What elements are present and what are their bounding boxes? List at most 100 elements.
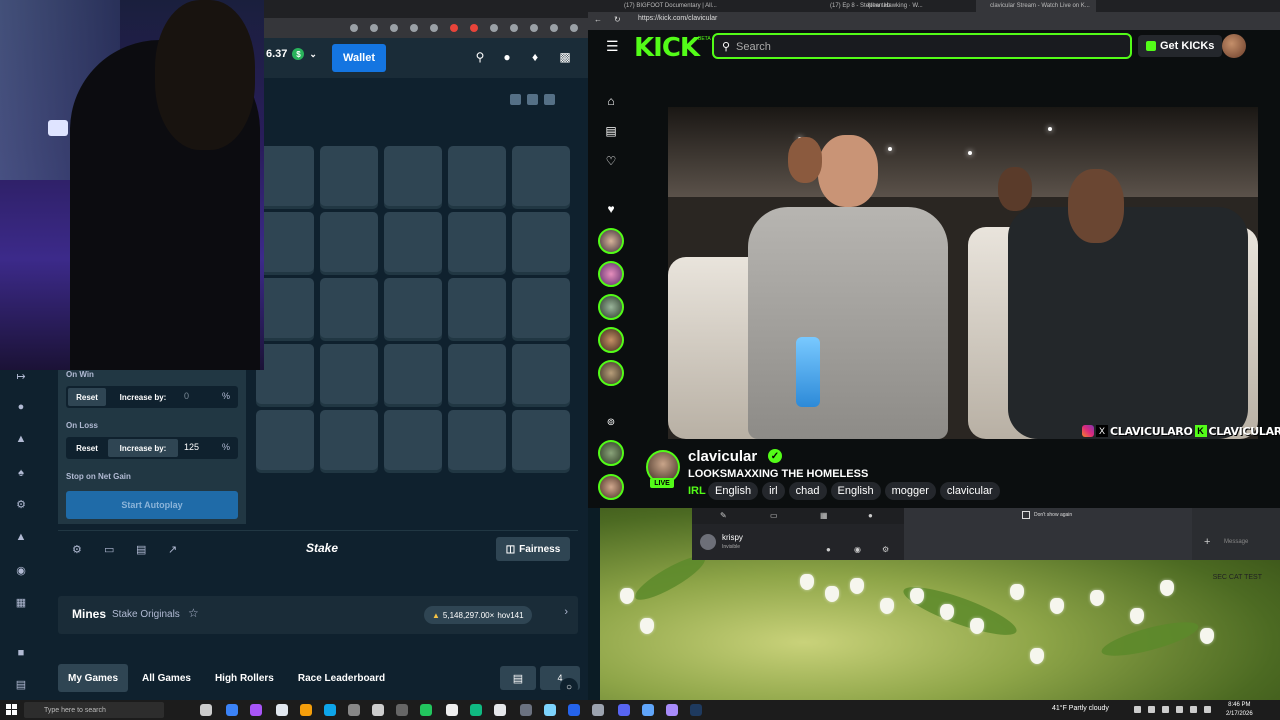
discord-icon[interactable] bbox=[618, 704, 630, 716]
start-autoplay-button[interactable]: Start Autoplay bbox=[66, 491, 238, 519]
discord-avatar[interactable] bbox=[700, 534, 716, 550]
on-loss-reset-button[interactable]: Reset bbox=[68, 439, 106, 457]
app-icon[interactable] bbox=[544, 704, 556, 716]
url-field[interactable]: https://kick.com/clavicular bbox=[638, 15, 717, 22]
theatre-mode-icon[interactable]: ▭ bbox=[104, 543, 114, 556]
hamburger-menu-icon[interactable]: ☰ bbox=[606, 39, 619, 53]
mine-tile[interactable] bbox=[448, 212, 506, 272]
stream-category[interactable]: IRL bbox=[688, 485, 706, 497]
search-input[interactable] bbox=[736, 39, 1116, 55]
user-avatar[interactable] bbox=[1222, 34, 1246, 58]
message-input[interactable]: Message bbox=[1224, 539, 1248, 545]
get-kicks-button[interactable]: Get KICKs bbox=[1138, 35, 1223, 57]
app-icon[interactable] bbox=[642, 704, 654, 716]
mute-icon[interactable]: ● bbox=[868, 511, 873, 520]
app-icon[interactable] bbox=[470, 704, 482, 716]
mine-tile[interactable] bbox=[384, 344, 442, 404]
followed-channel-avatar[interactable] bbox=[598, 327, 624, 353]
kick-logo[interactable]: KICK bbox=[634, 33, 700, 63]
game-info-bar[interactable]: Mines Stake Originals ☆ ▲ 5,148,297.00× … bbox=[58, 596, 578, 634]
zoom-icon[interactable] bbox=[350, 24, 358, 32]
menu-dots-icon[interactable] bbox=[570, 24, 578, 32]
mine-tile[interactable] bbox=[448, 278, 506, 338]
stream-tag[interactable]: clavicular bbox=[939, 482, 1000, 500]
followed-channel-avatar[interactable] bbox=[598, 360, 624, 386]
user-icon[interactable]: ● bbox=[500, 50, 514, 64]
tab-all-games[interactable]: All Games bbox=[132, 664, 201, 692]
desktop-shortcut-label[interactable]: SEC CAT TEST bbox=[1213, 574, 1262, 581]
streamer-name[interactable]: clavicular bbox=[688, 448, 757, 465]
mine-tile[interactable] bbox=[320, 344, 378, 404]
mine-tile[interactable] bbox=[256, 146, 314, 206]
app-icon[interactable] bbox=[420, 704, 432, 716]
puzzle-icon[interactable] bbox=[530, 24, 538, 32]
gear-icon[interactable]: ⚙ bbox=[14, 498, 28, 512]
stream-tag[interactable]: English bbox=[708, 482, 759, 500]
recommended-channel-avatar[interactable] bbox=[598, 440, 624, 466]
on-win-reset-button[interactable]: Reset bbox=[68, 388, 106, 406]
mine-tile[interactable] bbox=[256, 212, 314, 272]
record-badge[interactable]: ▲ 5,148,297.00× hov141 bbox=[424, 606, 532, 624]
stream-tag[interactable]: chad bbox=[788, 482, 827, 500]
tray-icon[interactable] bbox=[1162, 706, 1169, 713]
mine-tile[interactable] bbox=[512, 146, 570, 206]
headphones-icon[interactable]: ◉ bbox=[854, 545, 861, 554]
microphone-icon[interactable]: ● bbox=[826, 545, 831, 554]
following-heart-icon[interactable]: ♡ bbox=[604, 154, 618, 168]
app-icon[interactable] bbox=[396, 704, 408, 716]
app-icon[interactable] bbox=[494, 704, 506, 716]
promotions-icon[interactable]: ◉ bbox=[14, 564, 28, 578]
app-icon[interactable] bbox=[520, 704, 532, 716]
store-icon[interactable] bbox=[324, 704, 336, 716]
app-icon[interactable] bbox=[446, 704, 458, 716]
mine-tile[interactable] bbox=[320, 146, 378, 206]
back-icon[interactable]: ← bbox=[594, 15, 602, 24]
mine-tile[interactable] bbox=[256, 344, 314, 404]
fire-icon[interactable]: ● bbox=[14, 400, 28, 414]
weather-widget[interactable]: 41°F Partly cloudy bbox=[1052, 705, 1109, 712]
extension-icon[interactable] bbox=[450, 24, 458, 32]
copilot-icon[interactable] bbox=[200, 704, 212, 716]
browser-tab-active[interactable]: clavicular Stream - Watch Live on K... bbox=[976, 0, 1096, 12]
browse-icon[interactable]: ▤ bbox=[604, 124, 618, 138]
stream-tag[interactable]: English bbox=[830, 482, 881, 500]
pen-icon[interactable]: ✎ bbox=[720, 511, 727, 520]
bell-icon[interactable]: ♦ bbox=[528, 50, 542, 64]
fairness-button[interactable]: ◫ Fairness bbox=[496, 537, 570, 561]
home-icon[interactable]: ⌂ bbox=[604, 94, 618, 108]
edge-icon[interactable] bbox=[226, 704, 238, 716]
translate-icon[interactable] bbox=[370, 24, 378, 32]
headset-icon[interactable]: ○ bbox=[560, 678, 578, 696]
mine-tile[interactable] bbox=[256, 278, 314, 338]
mine-tile[interactable] bbox=[448, 146, 506, 206]
followed-channel-avatar[interactable] bbox=[598, 228, 624, 254]
extension-icon[interactable] bbox=[430, 24, 438, 32]
reload-icon[interactable]: ↻ bbox=[614, 15, 621, 24]
tray-icon[interactable] bbox=[1148, 706, 1155, 713]
mine-tile[interactable] bbox=[256, 410, 314, 470]
screen-icon[interactable]: ▭ bbox=[770, 511, 778, 520]
on-loss-input[interactable]: 125 bbox=[184, 442, 199, 452]
video-player[interactable] bbox=[668, 107, 1258, 439]
dont-show-again-checkbox[interactable]: Don't show again bbox=[1022, 511, 1072, 519]
followed-channel-avatar[interactable] bbox=[598, 294, 624, 320]
recommended-channel-avatar[interactable] bbox=[598, 474, 624, 500]
mine-tile[interactable] bbox=[448, 344, 506, 404]
crown-icon[interactable]: ♠ bbox=[14, 466, 28, 480]
chrome-icon[interactable] bbox=[568, 704, 580, 716]
folder-icon[interactable] bbox=[300, 704, 312, 716]
mine-tile[interactable] bbox=[512, 410, 570, 470]
mine-tile[interactable] bbox=[512, 344, 570, 404]
gift-icon[interactable]: ■ bbox=[14, 646, 28, 660]
on-loss-increase-button[interactable]: Increase by: bbox=[108, 439, 178, 457]
stream-tag[interactable]: irl bbox=[762, 482, 785, 500]
browser-tab[interactable]: New tab bbox=[854, 0, 964, 12]
theatre-icon[interactable] bbox=[510, 94, 521, 105]
mine-tile[interactable] bbox=[320, 278, 378, 338]
stats-icon[interactable] bbox=[527, 94, 538, 105]
table-icon[interactable]: ▤ bbox=[500, 666, 536, 690]
steam-icon[interactable] bbox=[690, 704, 702, 716]
app-icon[interactable] bbox=[666, 704, 678, 716]
document-icon[interactable]: ▤ bbox=[14, 678, 28, 692]
mine-tile[interactable] bbox=[512, 278, 570, 338]
